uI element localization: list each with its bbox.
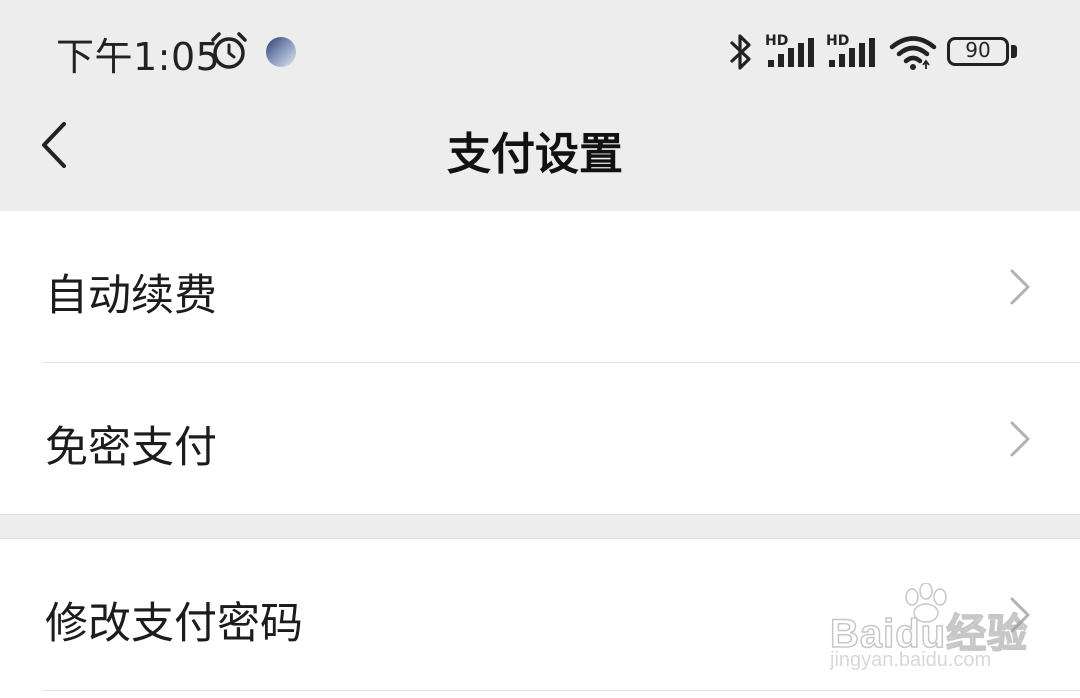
bluetooth-icon: [730, 34, 751, 70]
chevron-right-icon: [1010, 421, 1030, 457]
signal-icon: [829, 38, 875, 67]
settings-item-label: 自动续费: [45, 271, 217, 321]
settings-item-label: 修改支付密码: [45, 599, 303, 649]
app-notification-icon: [266, 37, 296, 67]
signal-icon: [768, 38, 814, 67]
chevron-right-icon: [1010, 269, 1030, 305]
settings-item-auto-renew[interactable]: 自动续费: [0, 211, 1080, 362]
status-time: 下午1:05: [56, 35, 221, 79]
divider: [42, 690, 1080, 691]
settings-group-payment: 自动续费 免密支付: [0, 211, 1080, 514]
page-title: 支付设置: [447, 129, 623, 180]
wifi-icon: [889, 36, 937, 70]
settings-item-change-pay-password[interactable]: 修改支付密码: [0, 539, 1080, 690]
chevron-right-icon: [1010, 597, 1030, 633]
status-bar: 下午1:05 HD HD 90: [0, 0, 1080, 105]
settings-item-password-free-pay[interactable]: 免密支付: [0, 363, 1080, 514]
battery-nub: [1011, 45, 1017, 58]
group-divider: [0, 514, 1080, 515]
battery-level: 90: [965, 38, 991, 62]
settings-group-security: 修改支付密码: [0, 539, 1080, 698]
alarm-icon: [211, 32, 247, 69]
settings-item-label: 免密支付: [45, 423, 217, 473]
